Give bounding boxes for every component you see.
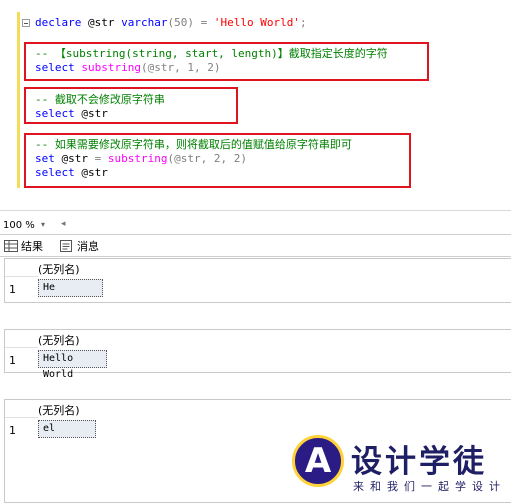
result-value: el xyxy=(43,423,56,434)
result-value: He xyxy=(43,282,56,293)
variable-str: @str xyxy=(74,107,108,120)
logo-circle-icon: A xyxy=(292,435,344,487)
grid-icon xyxy=(4,240,18,252)
result-cell[interactable]: He xyxy=(38,279,103,297)
row-number: 1 xyxy=(9,283,16,296)
row-separator xyxy=(5,347,38,348)
zoom-dropdown-icon[interactable]: ▾ xyxy=(41,220,45,229)
row-number: 1 xyxy=(9,424,16,437)
result-cell[interactable]: el xyxy=(38,420,96,438)
logo-subtitle: 来和我们一起学设计 xyxy=(353,480,506,493)
function-args: (@str, 1, 2) xyxy=(140,61,221,74)
variable-str: @str xyxy=(54,152,95,165)
code-line-2[interactable]: -- 【substring(string, start, length)】截取指… xyxy=(35,47,388,61)
string-literal: 'Hello World' xyxy=(207,16,300,29)
code-line-1[interactable]: declare @str varchar(50) = 'Hello World'… xyxy=(35,16,307,30)
tab-results[interactable]: 结果 xyxy=(4,238,43,254)
function-substring: substring xyxy=(81,61,141,74)
watermark-logo: A 设计学徒 来和我们一起学设计 xyxy=(286,430,511,501)
code-line-3[interactable]: select substring(@str, 1, 2) xyxy=(35,61,220,75)
zoom-level[interactable]: 100 % xyxy=(3,220,35,231)
semicolon: ; xyxy=(299,16,307,29)
code-line-6[interactable]: -- 如果需要修改原字符串，则将截取后的值赋值给原字符串即可 xyxy=(35,138,352,152)
column-header[interactable]: (无列名) xyxy=(38,332,80,348)
code-line-4[interactable]: -- 截取不会修改原字符串 xyxy=(35,93,165,107)
row-number: 1 xyxy=(9,354,16,367)
comment-substring: -- 【substring(string, start, length)】截取指… xyxy=(35,47,388,60)
function-args: (@str, 2, 2) xyxy=(167,152,247,165)
keyword-select: select xyxy=(35,166,75,179)
keyword-varchar: varchar xyxy=(121,16,168,29)
results-tabs: 结果 消息 xyxy=(0,236,511,257)
result-grid-1: (无列名) 1 He xyxy=(4,258,511,303)
column-header[interactable]: (无列名) xyxy=(38,261,80,277)
variable-str: @str xyxy=(74,166,108,179)
column-header[interactable]: (无列名) xyxy=(38,402,80,418)
tab-messages[interactable]: 消息 xyxy=(60,238,99,254)
row-separator xyxy=(5,276,38,277)
tab-results-label: 结果 xyxy=(21,240,43,253)
logo-letter: A xyxy=(304,441,332,481)
zoom-bar: 100 % ▾ ◂ xyxy=(0,218,511,235)
type-size: (50) xyxy=(167,16,201,29)
keyword-set: set xyxy=(35,152,55,165)
scroll-left-icon[interactable]: ◂ xyxy=(61,219,66,229)
variable-str: @str xyxy=(81,16,122,29)
keyword-select: select xyxy=(35,107,75,120)
keyword-declare: declare xyxy=(35,16,82,29)
comment-no-modify: -- 截取不会修改原字符串 xyxy=(35,93,165,106)
tab-messages-label: 消息 xyxy=(77,240,99,253)
result-value: Hello World xyxy=(43,353,74,380)
collapse-toggle-icon[interactable] xyxy=(22,19,30,27)
result-cell[interactable]: Hello World xyxy=(38,350,107,380)
code-line-7[interactable]: set @str = substring(@str, 2, 2) xyxy=(35,152,247,166)
changed-lines-marker xyxy=(17,12,20,188)
message-icon xyxy=(60,240,72,252)
code-line-8[interactable]: select @str xyxy=(35,166,108,180)
sql-editor[interactable]: declare @str varchar(50) = 'Hello World'… xyxy=(0,0,511,211)
row-separator xyxy=(5,417,38,418)
logo-title: 设计学徒 xyxy=(351,444,487,480)
code-line-5[interactable]: select @str xyxy=(35,107,108,121)
keyword-select: select xyxy=(35,61,75,74)
comment-modify: -- 如果需要修改原字符串，则将截取后的值赋值给原字符串即可 xyxy=(35,138,352,151)
result-grid-2: (无列名) 1 Hello World xyxy=(4,329,511,380)
function-substring: substring xyxy=(107,152,168,165)
